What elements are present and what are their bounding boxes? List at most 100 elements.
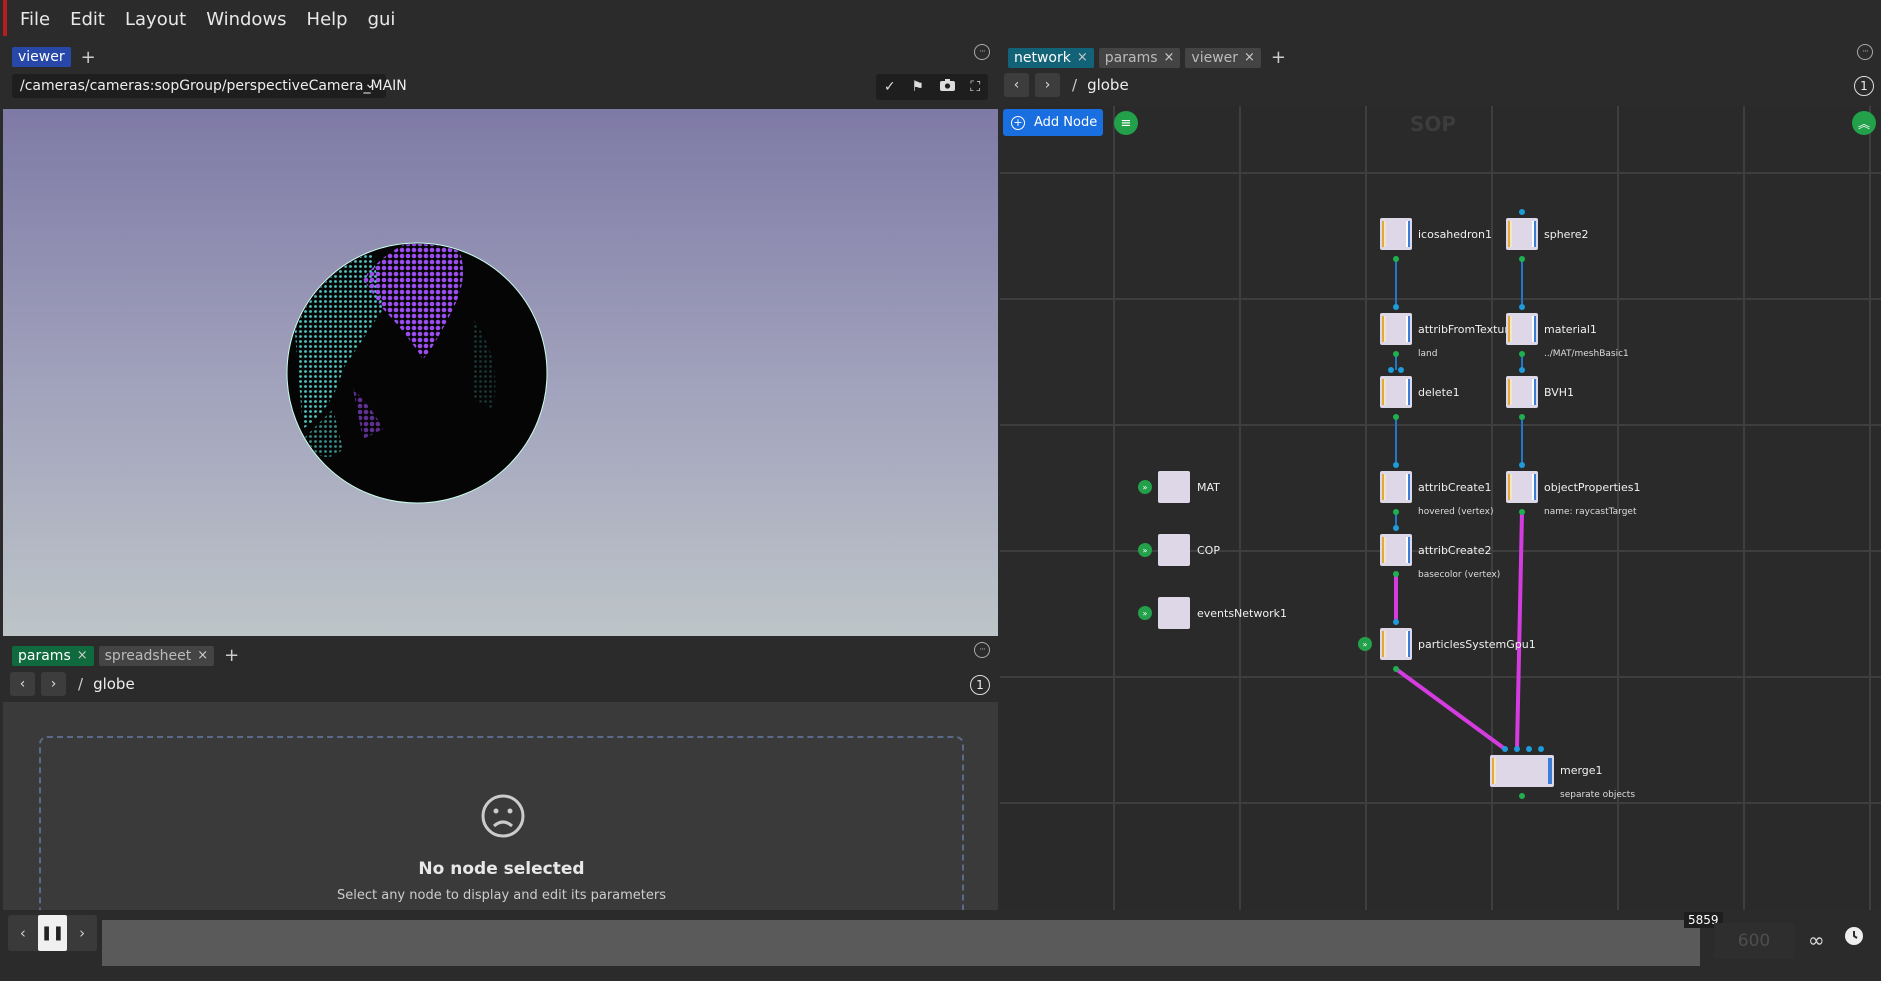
close-icon[interactable]: × xyxy=(77,648,88,663)
breadcrumb-separator: / xyxy=(1072,76,1078,94)
tab-params[interactable]: params × xyxy=(12,645,94,666)
tab-viewer-label: viewer xyxy=(18,49,65,65)
viewer-toolbar: ✓ ⚑ ⛶ xyxy=(876,74,988,100)
node-COP[interactable] xyxy=(1158,534,1190,566)
node-label: particlesSystemGpu1 xyxy=(1418,638,1536,651)
viewer-panel-options-icon[interactable]: ··· xyxy=(974,44,990,60)
menu-edit[interactable]: Edit xyxy=(70,9,105,30)
forward-button[interactable]: › xyxy=(1035,73,1060,97)
params-tab-bar: params × spreadsheet × + xyxy=(12,645,239,666)
tab-params[interactable]: params × xyxy=(1098,47,1181,68)
forward-button[interactable]: › xyxy=(41,672,66,696)
tab-spreadsheet[interactable]: spreadsheet × xyxy=(98,645,215,666)
menu-help[interactable]: Help xyxy=(307,9,348,30)
back-button[interactable]: ‹ xyxy=(10,672,35,696)
step-back-button[interactable]: ‹ xyxy=(8,915,38,951)
menu-bar: File Edit Layout Windows Help gui xyxy=(0,0,1881,38)
pause-button[interactable]: ❚❚ xyxy=(37,915,68,951)
check-icon[interactable]: ✓ xyxy=(884,79,896,95)
node-sublabel: separate objects xyxy=(1560,790,1636,800)
back-button[interactable]: ‹ xyxy=(1004,73,1029,97)
node-particlesSystemGpu1[interactable] xyxy=(1380,628,1412,660)
tab-params-label: params xyxy=(18,647,71,664)
params-level-icon[interactable]: 1 xyxy=(970,675,990,695)
add-tab-icon[interactable]: + xyxy=(224,645,239,666)
tab-network[interactable]: network × xyxy=(1008,47,1094,68)
network-panel-options-icon[interactable]: ··· xyxy=(1857,44,1873,60)
node-label: MAT xyxy=(1197,481,1220,494)
menu-file[interactable]: File xyxy=(20,9,50,30)
network-level-icon[interactable]: 1 xyxy=(1854,76,1874,96)
node-material1[interactable] xyxy=(1506,313,1538,345)
node-label: objectProperties1 xyxy=(1544,481,1641,494)
node-attribFromTexture1[interactable] xyxy=(1380,313,1412,345)
tab-viewer-label: viewer xyxy=(1191,49,1239,66)
node-icosahedron1[interactable] xyxy=(1380,218,1412,250)
params-body: No node selected Select any node to disp… xyxy=(3,702,998,936)
node-eventsNetwork1[interactable] xyxy=(1158,597,1190,629)
list-icon[interactable]: ≡ xyxy=(1114,111,1138,135)
camera-select-value: /cameras/cameras:sopGroup/perspectiveCam… xyxy=(20,78,407,94)
tab-viewer[interactable]: viewer xyxy=(12,47,71,67)
globe-render xyxy=(286,242,548,504)
node-sphere2[interactable] xyxy=(1506,218,1538,250)
add-tab-icon[interactable]: + xyxy=(81,47,96,68)
collapse-icon[interactable]: ︽ xyxy=(1852,111,1876,135)
node-sublabel: hovered (vertex) xyxy=(1418,507,1494,517)
node-MAT[interactable] xyxy=(1158,471,1190,503)
add-node-button[interactable]: + Add Node xyxy=(1003,109,1103,136)
infinity-icon[interactable]: ∞ xyxy=(1808,928,1825,952)
flag-icon[interactable]: ⚑ xyxy=(911,79,924,95)
node-BVH1[interactable] xyxy=(1506,376,1538,408)
empty-state: No node selected Select any node to disp… xyxy=(39,736,964,936)
close-icon[interactable]: × xyxy=(1164,50,1175,65)
plus-circle-icon: + xyxy=(1011,115,1025,130)
node-objectProperties1[interactable] xyxy=(1506,471,1538,503)
end-frame-input[interactable]: 600 xyxy=(1714,923,1794,959)
node-network-editor[interactable]: SOP + Add Node ≡ ︽ icosahedron1 sphere2 … xyxy=(1000,106,1881,910)
add-tab-icon[interactable]: + xyxy=(1271,47,1286,68)
expand-badge-icon[interactable]: » xyxy=(1138,480,1152,494)
close-icon[interactable]: × xyxy=(1244,50,1255,65)
sad-face-icon xyxy=(481,794,525,838)
chevron-down-icon: ⌄ xyxy=(364,76,376,92)
tab-spreadsheet-label: spreadsheet xyxy=(104,647,192,664)
node-sublabel: basecolor (vertex) xyxy=(1418,570,1501,580)
node-label: material1 xyxy=(1544,323,1597,336)
menu-windows[interactable]: Windows xyxy=(206,9,286,30)
node-merge1[interactable] xyxy=(1490,755,1554,787)
breadcrumb-separator: / xyxy=(78,675,84,693)
node-label: BVH1 xyxy=(1544,386,1575,399)
node-sublabel: ../MAT/meshBasic1 xyxy=(1544,349,1629,359)
node-label: icosahedron1 xyxy=(1418,228,1493,241)
tab-network-label: network xyxy=(1014,49,1071,66)
node-attribCreate2[interactable] xyxy=(1380,534,1412,566)
expand-badge-icon[interactable]: » xyxy=(1358,637,1372,651)
tab-viewer[interactable]: viewer × xyxy=(1185,47,1261,68)
menu-gui[interactable]: gui xyxy=(368,9,396,30)
node-label: eventsNetwork1 xyxy=(1197,607,1287,620)
node-attribCreate1[interactable] xyxy=(1380,471,1412,503)
step-forward-button[interactable]: › xyxy=(67,915,97,951)
empty-subtitle: Select any node to display and edit its … xyxy=(336,888,667,903)
node-delete1[interactable] xyxy=(1380,376,1412,408)
timeline-track[interactable] xyxy=(102,920,1700,966)
fullscreen-icon[interactable]: ⛶ xyxy=(970,79,980,95)
camera-select[interactable]: /cameras/cameras:sopGroup/perspectiveCam… xyxy=(12,74,407,98)
clock-icon[interactable] xyxy=(1845,927,1863,945)
close-icon[interactable]: × xyxy=(1077,50,1088,65)
empty-title: No node selected xyxy=(418,859,585,879)
node-sublabel: name: raycastTarget xyxy=(1544,507,1637,517)
menu-layout[interactable]: Layout xyxy=(125,9,186,30)
params-panel-options-icon[interactable]: ··· xyxy=(974,642,990,658)
node-label: COP xyxy=(1197,544,1220,557)
expand-badge-icon[interactable]: » xyxy=(1138,543,1152,557)
breadcrumb-globe[interactable]: globe xyxy=(1087,76,1129,94)
expand-badge-icon[interactable]: » xyxy=(1138,606,1152,620)
add-node-label: Add Node xyxy=(1034,115,1098,130)
close-icon[interactable]: × xyxy=(197,648,208,663)
3d-viewport[interactable] xyxy=(3,109,998,636)
playback-controls: ‹ ❚❚ › xyxy=(8,915,97,951)
breadcrumb-globe[interactable]: globe xyxy=(93,675,135,693)
camera-icon[interactable] xyxy=(939,79,955,95)
